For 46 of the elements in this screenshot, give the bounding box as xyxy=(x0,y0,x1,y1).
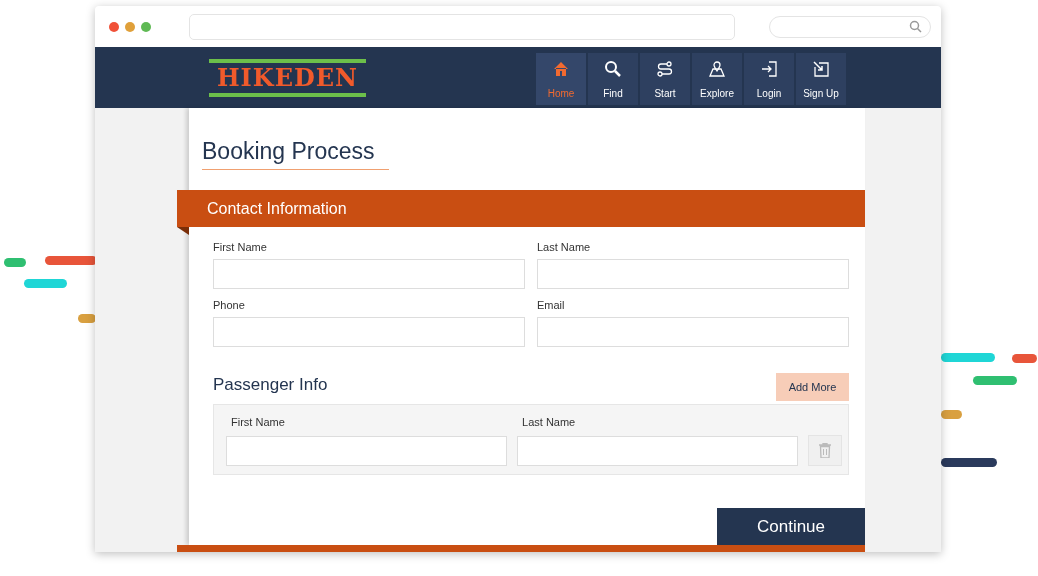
input-field[interactable] xyxy=(517,436,799,466)
nav-item[interactable]: Find xyxy=(588,53,638,105)
field-label: Last Name xyxy=(521,416,577,428)
input-field[interactable] xyxy=(226,436,508,466)
search-icon xyxy=(604,60,622,78)
input-field[interactable] xyxy=(213,259,525,289)
field-label: Email xyxy=(537,299,566,311)
nav-item[interactable]: Login xyxy=(744,53,794,105)
close-icon[interactable] xyxy=(109,21,119,32)
decor-dash xyxy=(78,314,96,323)
decor-dash xyxy=(941,458,997,467)
minimize-icon[interactable] xyxy=(125,21,135,32)
input-field[interactable] xyxy=(537,317,849,347)
add-more-button[interactable]: Add More xyxy=(776,373,849,401)
address-bar[interactable] xyxy=(189,13,735,40)
field-label: Last Name xyxy=(537,241,592,253)
search-icon xyxy=(909,20,922,33)
ribbon-fold xyxy=(177,227,189,235)
nav-item[interactable]: Sign Up xyxy=(796,53,846,105)
field-label: First Name xyxy=(230,416,286,428)
section-title: Contact Information xyxy=(207,199,347,218)
maximize-icon[interactable] xyxy=(141,21,151,32)
nav-item[interactable]: Explore xyxy=(692,53,742,105)
decor-dash xyxy=(4,258,26,267)
continue-button[interactable]: Continue xyxy=(717,508,865,545)
decor-dash xyxy=(45,256,97,265)
login-icon xyxy=(760,60,778,78)
decor-dash xyxy=(1012,354,1037,363)
signup-icon xyxy=(812,60,830,78)
decor-dash xyxy=(24,279,67,288)
logo[interactable]: HIKEDEN xyxy=(209,58,366,97)
decor-dash xyxy=(941,410,962,419)
route-icon xyxy=(656,60,674,78)
delete-button[interactable] xyxy=(808,435,842,466)
page-title: Booking Process xyxy=(202,138,389,170)
home-icon xyxy=(552,60,570,78)
trash-icon xyxy=(819,443,832,458)
decor-dash xyxy=(941,353,995,362)
input-field[interactable] xyxy=(213,317,525,347)
field-label: Phone xyxy=(213,299,246,311)
decor-dash xyxy=(973,376,1017,385)
map-pin-icon xyxy=(708,60,726,78)
section-title: Passenger Info xyxy=(213,375,328,395)
field-label: First Name xyxy=(213,241,268,253)
nav-item[interactable]: Start xyxy=(640,53,690,105)
input-field[interactable] xyxy=(537,259,849,289)
